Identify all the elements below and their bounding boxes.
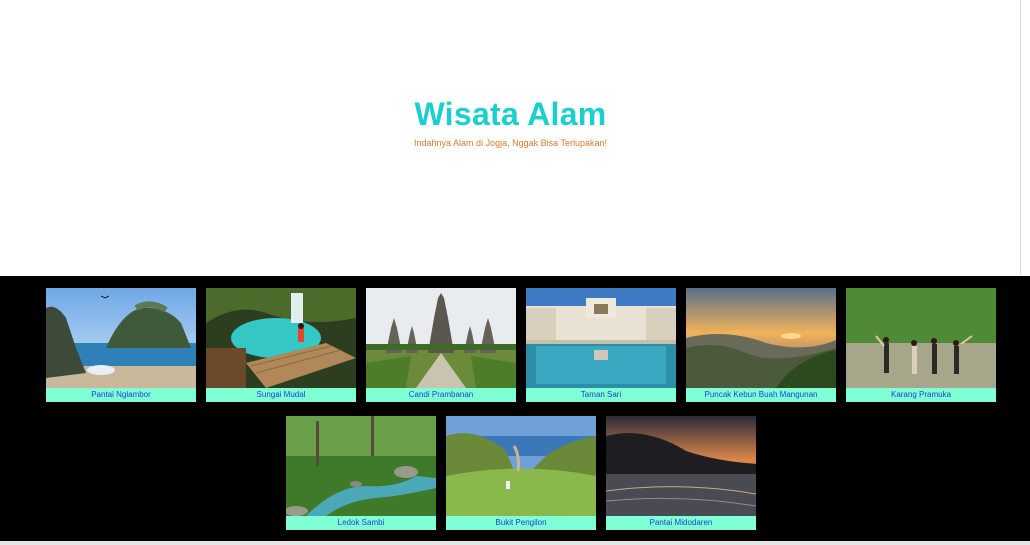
gallery: Pantai Nglambor Sungai Mudal Candi Pramb…: [0, 276, 1030, 541]
caption-candi-prambanan: Candi Prambanan: [366, 388, 516, 402]
photo-sungai-mudal[interactable]: [206, 288, 356, 388]
caption-puncak-kebun-buah-mangunan: Puncak Kebun Buah Mangunan: [686, 388, 836, 402]
photo-puncak-kebun-buah-mangunan[interactable]: [686, 288, 836, 388]
gallery-card-taman-sari[interactable]: Taman Sari: [526, 288, 676, 402]
gallery-card-ledok-sambi[interactable]: Ledok Sambi: [286, 416, 436, 530]
gallery-card-candi-prambanan[interactable]: Candi Prambanan: [366, 288, 516, 402]
gallery-card-bukit-pengilon[interactable]: Bukit Pengilon: [446, 416, 596, 530]
photo-taman-sari[interactable]: [526, 288, 676, 388]
caption-pantai-midodaren: Pantai Midodaren: [606, 516, 756, 530]
caption-taman-sari: Taman Sari: [526, 388, 676, 402]
caption-karang-pramuka: Karang Pramuka: [846, 388, 996, 402]
photo-pantai-midodaren[interactable]: [606, 416, 756, 516]
gallery-card-karang-pramuka[interactable]: Karang Pramuka: [846, 288, 996, 402]
caption-pantai-nglambor: Pantai Nglambor: [46, 388, 196, 402]
gallery-card-pantai-midodaren[interactable]: Pantai Midodaren: [606, 416, 756, 530]
gallery-card-pantai-nglambor[interactable]: Pantai Nglambor: [46, 288, 196, 402]
caption-sungai-mudal: Sungai Mudal: [206, 388, 356, 402]
page: Wisata Alam Indahnya Alam di Jogja, Ngga…: [0, 0, 1030, 545]
caption-bukit-pengilon: Bukit Pengilon: [446, 516, 596, 530]
photo-bukit-pengilon[interactable]: [446, 416, 596, 516]
caption-ledok-sambi: Ledok Sambi: [286, 516, 436, 530]
gallery-card-puncak-kebun-buah-mangunan[interactable]: Puncak Kebun Buah Mangunan: [686, 288, 836, 402]
photo-karang-pramuka[interactable]: [846, 288, 996, 388]
photo-pantai-nglambor[interactable]: [46, 288, 196, 388]
hero-section: Wisata Alam Indahnya Alam di Jogja, Ngga…: [0, 0, 1021, 276]
page-subtitle: Indahnya Alam di Jogja, Nggak Bisa Terlu…: [414, 138, 607, 148]
photo-candi-prambanan[interactable]: [366, 288, 516, 388]
photo-ledok-sambi[interactable]: [286, 416, 436, 516]
bottom-edge: [0, 541, 1030, 545]
gallery-card-sungai-mudal[interactable]: Sungai Mudal: [206, 288, 356, 402]
page-title: Wisata Alam: [414, 96, 607, 132]
scrollbar[interactable]: [1020, 0, 1030, 275]
